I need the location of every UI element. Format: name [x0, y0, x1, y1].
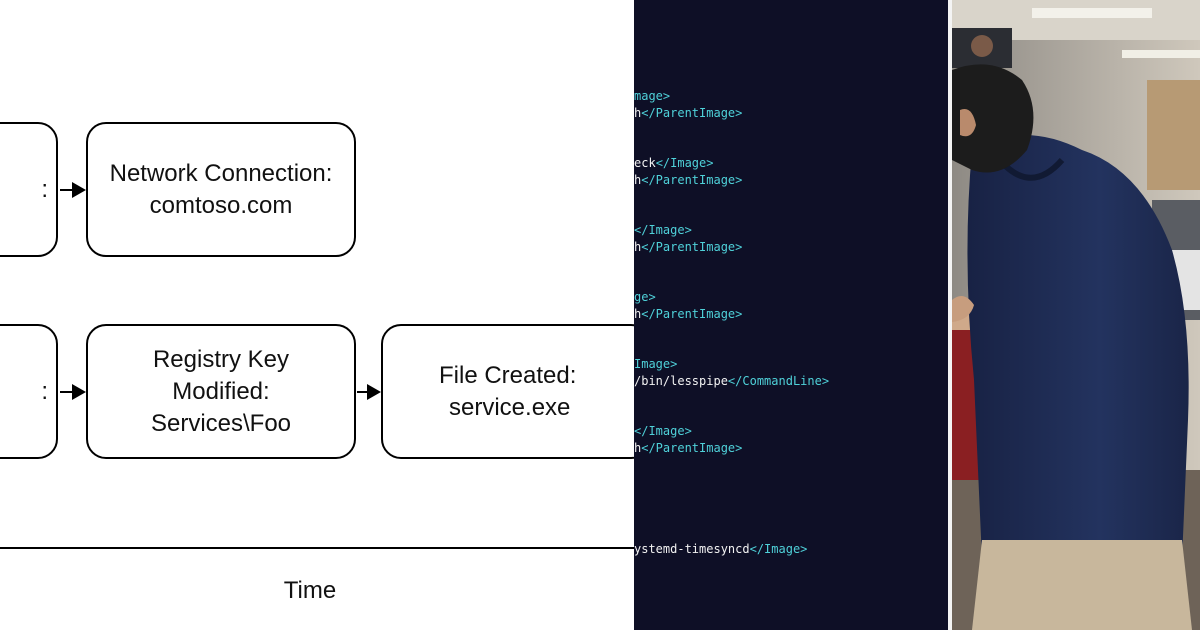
photo-ceiling-light [1032, 8, 1152, 18]
code-line-1: mage> [634, 89, 670, 103]
code-line-3: eck</Image> [634, 156, 713, 170]
code-line-11: </Image> [634, 424, 692, 438]
code-tag-13: </Image> [749, 542, 808, 556]
office-photo [952, 0, 1200, 630]
code-tag-3: </Image> [655, 156, 714, 170]
code-text-7: ge> [634, 290, 656, 304]
code-line-4: h</ParentImage> [634, 173, 742, 187]
code-line-13: ystemd-timesyncd</Image> [634, 542, 807, 556]
code-line-8: h</ParentImage> [634, 307, 742, 321]
code-tag-6: </ParentImage> [641, 240, 743, 254]
arrow-row2-a [60, 384, 86, 400]
time-axis-label: Time [283, 577, 337, 604]
file-created-value: service.exe [449, 393, 571, 421]
arrow-row1 [60, 182, 86, 198]
timeline-diagram: : Network Connection: comtoso.com : Regi… [0, 0, 634, 630]
code-text-10: /bin/lesspipe [634, 374, 728, 388]
code-line-10: /bin/lesspipe</CommandLine> [634, 374, 829, 388]
code-line-7: ge> [634, 290, 656, 304]
network-connection-label: Network Connection: [109, 159, 333, 187]
file-created-label: File Created: [439, 361, 577, 389]
code-text-1: mage> [634, 89, 671, 103]
code-line-2: h</ParentImage> [634, 106, 742, 120]
photo-person-pants [972, 540, 1192, 630]
code-tag-4: </ParentImage> [641, 173, 743, 187]
cut-off-event-box-row1: : [0, 122, 58, 257]
code-text-13: ystemd-timesyncd [634, 542, 750, 556]
code-line-12: h</ParentImage> [634, 441, 742, 455]
time-axis-line [0, 547, 634, 549]
code-line-9: Image> [634, 357, 677, 371]
photo-back-door [1147, 80, 1200, 190]
code-tag-10: </CommandLine> [727, 374, 830, 388]
file-created-box: File Created: service.exe [381, 324, 634, 459]
network-connection-value: comtoso.com [149, 191, 293, 219]
arrow-row2-b [357, 384, 381, 400]
code-line-5: </Image> [634, 223, 692, 237]
code-tag-11: </Image> [634, 424, 692, 438]
code-text-3: eck [634, 156, 656, 170]
cut-off-label-row1: : [41, 175, 48, 203]
code-terminal-panel: mage> h</ParentImage> eck</Image> h</Par… [634, 0, 948, 630]
registry-key-line1: Registry Key [152, 345, 290, 373]
network-connection-box: Network Connection: comtoso.com [86, 122, 356, 257]
photo-ceiling-light-2 [1122, 50, 1200, 58]
cut-off-event-box-row2: : [0, 324, 58, 459]
office-photo-illustration [952, 0, 1200, 630]
code-text-9: Image> [634, 357, 678, 371]
photo-tv-face [971, 35, 993, 57]
code-line-6: h</ParentImage> [634, 240, 742, 254]
code-tag-5: </Image> [634, 223, 692, 237]
code-tag-2: </ParentImage> [641, 106, 743, 120]
code-tag-8: </ParentImage> [641, 307, 743, 321]
registry-key-box: Registry Key Modified: Services\Foo [86, 324, 356, 459]
registry-key-line2: Modified: [172, 377, 270, 405]
registry-key-line3: Services\Foo [150, 409, 292, 437]
cut-off-label-row2: : [41, 377, 48, 405]
code-tag-12: </ParentImage> [641, 441, 743, 455]
